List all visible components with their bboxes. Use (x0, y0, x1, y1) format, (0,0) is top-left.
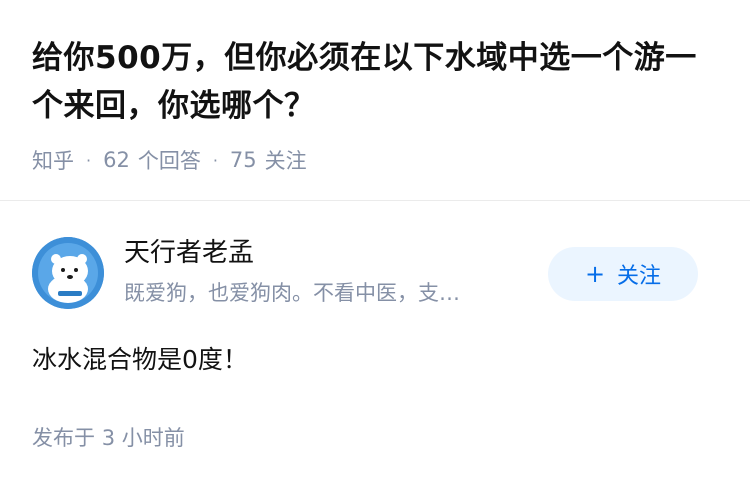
question-title[interactable]: 给你500万，但你必须在以下水域中选一个游一个来回，你选哪个？ (32, 34, 722, 130)
answers-count[interactable]: 62 (103, 148, 130, 172)
followers-label: 关注 (264, 149, 307, 173)
separator-dot: · (212, 150, 218, 170)
author-bio: 既爱狗，也爱狗肉。不看中医，支… (124, 281, 460, 305)
published-time: 发布于 3 小时前 (32, 422, 185, 454)
answer-content[interactable]: 冰水混合物是0度！ (32, 340, 248, 380)
question-meta: 知乎 · 62 个回答 · 75 关注 (32, 144, 307, 176)
follow-label: 关注 (617, 264, 662, 289)
separator-dot: · (86, 150, 92, 170)
published-prefix: 发布于 (32, 426, 95, 450)
answers-label[interactable]: 个回答 (138, 145, 201, 175)
polar-bear-avatar-icon[interactable] (32, 237, 104, 309)
question-header: 给你500万，但你必须在以下水域中选一个游一个来回，你选哪个？ (32, 34, 722, 130)
follow-button[interactable]: + 关注 (548, 247, 698, 301)
published-time-value: 3 小时前 (101, 426, 185, 450)
followers-count: 75 (229, 148, 257, 172)
author-card: 天行者老孟 既爱狗，也爱狗肉。不看中医，支… + 关注 (32, 233, 722, 313)
divider (0, 200, 750, 201)
author-name[interactable]: 天行者老孟 (124, 235, 254, 271)
source-label[interactable]: 知乎 (32, 145, 74, 175)
plus-icon: + (584, 260, 606, 288)
